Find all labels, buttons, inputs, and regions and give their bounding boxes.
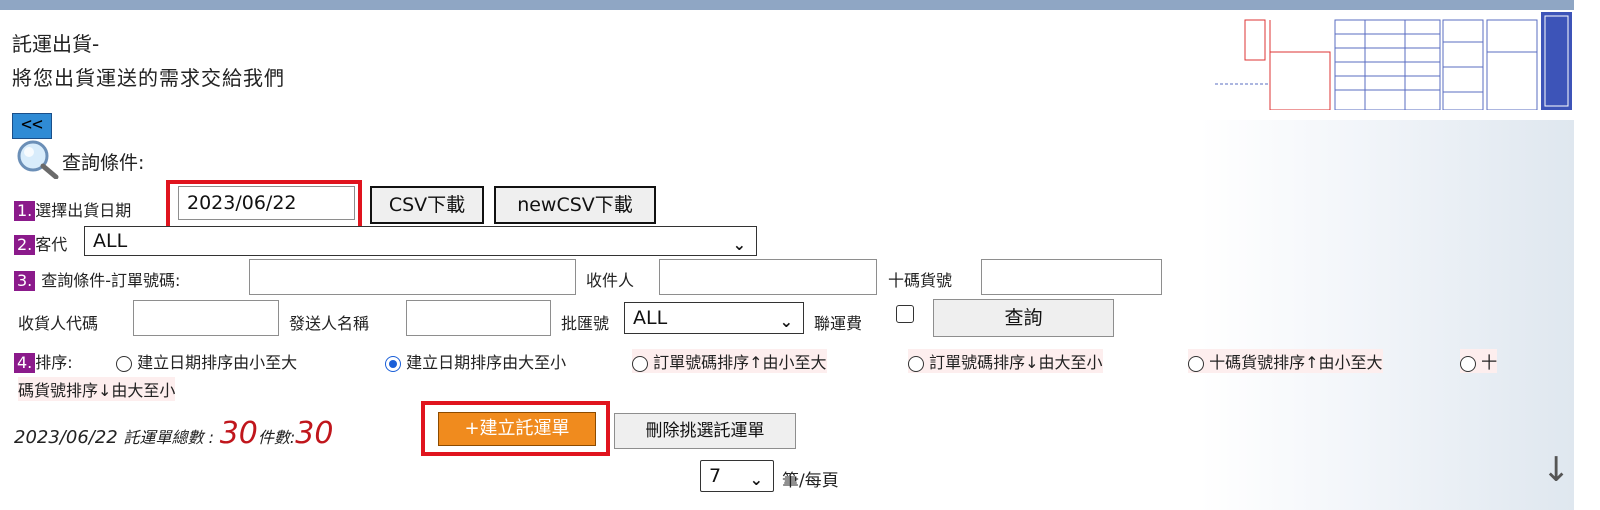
top-banner-bar	[0, 0, 1574, 10]
sort-option-tencode-asc[interactable]: 十碼貨號排序↑由小至大	[1188, 349, 1383, 373]
receiver-input[interactable]	[659, 259, 877, 295]
ship-date-label: 選擇出貨日期	[35, 201, 132, 220]
receiver-label: 收件人	[586, 271, 635, 290]
radio-button[interactable]	[908, 355, 924, 372]
order-number-input[interactable]	[249, 259, 576, 295]
chevron-down-icon: ⌄	[732, 235, 746, 254]
totals-value: 30	[219, 416, 258, 451]
sort-option-order-asc[interactable]: 訂單號碼排序↑由小至大	[632, 349, 827, 373]
search-button[interactable]: 查詢	[933, 299, 1114, 337]
waybill-form-image	[1215, 12, 1572, 110]
sort-option-created-desc[interactable]: 建立日期排序由大至小	[385, 349, 566, 373]
sort-option-label: 建立日期排序由小至大	[137, 353, 298, 372]
step-badge: 2.	[14, 235, 36, 255]
sort-option-label: 十	[1481, 353, 1498, 372]
sort-option-tencode-desc-wrap[interactable]: 碼貨號排序↓由大至小	[18, 377, 176, 401]
sort-option-label: 十碼貨號排序↑由小至大	[1209, 353, 1383, 372]
ten-code-label: 十碼貨號	[888, 271, 953, 290]
back-button[interactable]: <<	[12, 113, 52, 139]
magnifier-icon	[16, 139, 62, 183]
ten-code-input[interactable]	[981, 259, 1162, 295]
receiver-code-label: 收貨人代碼	[18, 314, 99, 333]
customer-code-select[interactable]: ALL ⌄	[84, 226, 757, 256]
step-badge: 4.	[14, 353, 36, 373]
delete-selected-button[interactable]: 刪除挑選託運單	[614, 413, 796, 449]
page-subtitle: 將您出貨運送的需求交給我們	[12, 66, 285, 90]
chevron-down-icon: ⌄	[779, 312, 793, 331]
radio-button[interactable]	[116, 355, 132, 372]
per-page-label: 筆/每頁	[782, 471, 839, 491]
csv-download-button[interactable]: CSV下載	[370, 186, 484, 224]
joint-fee-checkbox[interactable]	[896, 305, 914, 323]
batch-select[interactable]: ALL ⌄	[624, 302, 804, 334]
count-value: 30	[295, 416, 334, 451]
customer-code-label: 客代	[35, 235, 68, 254]
sort-option-created-asc[interactable]: 建立日期排序由小至大	[116, 349, 297, 373]
count-label: 件數:	[257, 428, 296, 447]
step-badge: 1.	[14, 201, 36, 221]
create-waybill-button[interactable]: +建立託運單	[438, 412, 596, 446]
step2-label-group: 2. 客代	[14, 231, 67, 255]
query-section-title: 查詢條件:	[62, 152, 145, 174]
joint-fee-label: 聯運費	[814, 314, 863, 333]
page-title: 託運出貨-	[12, 32, 100, 56]
per-page-select[interactable]: 7 ⌄	[700, 460, 774, 492]
sort-label: 排序:	[35, 353, 73, 372]
sort-option-order-desc[interactable]: 訂單號碼排序↓由大至小	[908, 349, 1103, 373]
totals-label: 託運單總數 :	[123, 428, 214, 447]
per-page-value: 7	[709, 465, 722, 487]
radio-button[interactable]	[1188, 355, 1204, 372]
step3-label-group: 3. 查詢條件-訂單號碼:	[14, 267, 180, 291]
batch-label: 批匯號	[561, 314, 610, 333]
radio-button[interactable]	[632, 355, 648, 372]
sender-name-input[interactable]	[406, 300, 551, 336]
shipment-totals: 2023/06/22 託運單總數 : 30件數:30	[14, 416, 333, 451]
step1-label-group: 1. 選擇出貨日期	[14, 197, 131, 221]
chevron-down-icon: ⌄	[749, 470, 763, 489]
background-gradient	[1200, 120, 1574, 510]
customer-code-value: ALL	[93, 230, 128, 252]
sort-option-label: 訂單號碼排序↓由大至小	[929, 353, 1103, 372]
receiver-code-input[interactable]	[133, 300, 279, 336]
sort-option-label: 建立日期排序由大至小	[406, 353, 567, 372]
step4-label-group: 4. 排序:	[14, 349, 73, 373]
sort-option-tencode-desc[interactable]: 十	[1460, 349, 1498, 373]
arrow-down-icon[interactable]: ↓	[1542, 450, 1571, 490]
radio-button[interactable]	[1460, 355, 1476, 372]
totals-date: 2023/06/22	[14, 427, 118, 448]
sort-option-label: 訂單號碼排序↑由小至大	[653, 353, 827, 372]
step-badge: 3.	[14, 271, 36, 291]
order-number-label: 查詢條件-訂單號碼:	[41, 271, 181, 290]
newcsv-download-button[interactable]: newCSV下載	[494, 186, 656, 224]
batch-value: ALL	[633, 307, 668, 329]
sender-name-label: 發送人名稱	[289, 314, 370, 333]
radio-button-selected[interactable]	[385, 355, 401, 372]
